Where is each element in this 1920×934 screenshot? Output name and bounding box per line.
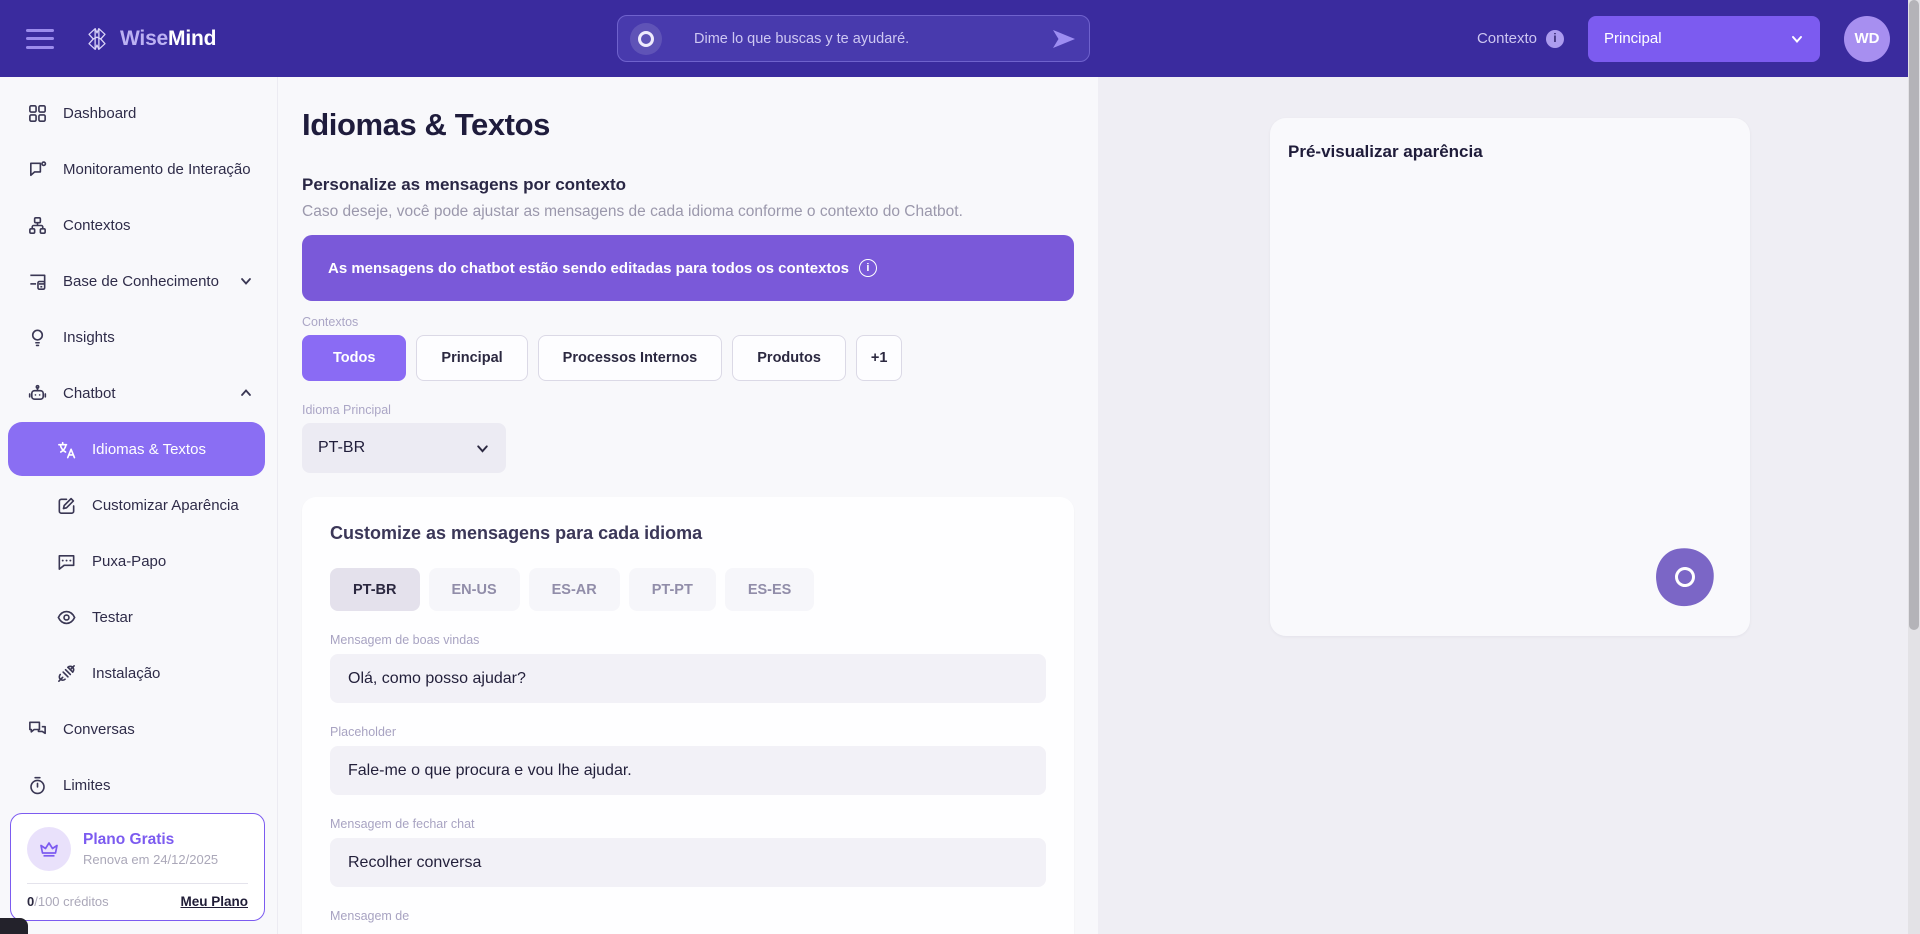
chevron-down-icon — [475, 441, 490, 456]
knowledge-base-icon — [27, 271, 48, 292]
messages-card-title: Customize as mensagens para cada idioma — [330, 523, 1046, 544]
plan-card: Plano Gratis Renova em 24/12/2025 0/100 … — [10, 813, 265, 921]
user-avatar[interactable]: WD — [1844, 16, 1890, 62]
chevron-down-icon — [239, 274, 253, 288]
section-description: Caso deseje, você pode ajustar as mensag… — [302, 203, 1074, 221]
tab-pt-pt[interactable]: PT-PT — [629, 568, 716, 611]
context-label: Contexto — [1477, 30, 1537, 47]
page-scrollbar[interactable] — [1908, 0, 1920, 934]
plan-name: Plano Gratis — [83, 831, 218, 849]
page-title: Idiomas & Textos — [302, 107, 1074, 143]
assistant-search-bar — [617, 15, 1090, 62]
contexts-filter-row: Todos Principal Processos Internos Produ… — [302, 335, 1074, 381]
divider — [27, 883, 248, 884]
preview-region: Pré-visualizar aparência — [1098, 77, 1920, 934]
scrollbar-thumb[interactable] — [1909, 0, 1919, 630]
edit-icon — [56, 495, 77, 516]
banner-info-icon[interactable]: i — [859, 259, 877, 277]
sidebar-item-testar[interactable]: Testar — [0, 589, 277, 645]
context-select[interactable]: Principal — [1588, 16, 1820, 62]
tab-pt-br[interactable]: PT-BR — [330, 568, 420, 611]
sidebar-item-puxa-papo[interactable]: Puxa-Papo — [0, 533, 277, 589]
launcher-blob — [1651, 543, 1718, 610]
insights-icon — [27, 327, 48, 348]
context-filter-principal[interactable]: Principal — [416, 335, 527, 381]
contexts-label: Contextos — [302, 315, 1074, 329]
main-content: Idiomas & Textos Personalize as mensagen… — [278, 77, 1098, 934]
ring-icon — [1673, 565, 1696, 588]
assistant-input[interactable] — [694, 31, 1051, 47]
tab-es-ar[interactable]: ES-AR — [529, 568, 620, 611]
context-filter-produtos[interactable]: Produtos — [732, 335, 846, 381]
context-cluster: Contexto i — [1477, 30, 1564, 48]
primary-language-select[interactable]: PT-BR — [302, 423, 506, 473]
timer-icon — [27, 775, 48, 796]
monitoring-icon — [27, 159, 48, 180]
tab-es-es[interactable]: ES-ES — [725, 568, 815, 611]
sidebar-item-conversas[interactable]: Conversas — [0, 701, 277, 757]
welcome-message-input[interactable] — [330, 654, 1046, 703]
my-plan-link[interactable]: Meu Plano — [180, 894, 248, 909]
install-plug-icon — [56, 663, 77, 684]
logo-text: WiseMind — [120, 27, 216, 51]
chevron-up-icon — [239, 386, 253, 400]
context-filter-processos-internos[interactable]: Processos Internos — [538, 335, 723, 381]
dashboard-icon — [27, 103, 48, 124]
topbar: WiseMind Contexto i Principal WD — [0, 0, 1920, 77]
app-logo: WiseMind — [82, 24, 216, 54]
close-chat-message-input[interactable] — [330, 838, 1046, 887]
tab-en-us[interactable]: EN-US — [429, 568, 520, 611]
conversations-icon — [27, 719, 48, 740]
messages-card: Customize as mensagens para cada idioma … — [302, 497, 1074, 934]
sidebar-item-instalacao[interactable]: Instalação — [0, 645, 277, 701]
context-filter-more[interactable]: +1 — [856, 335, 903, 381]
welcome-message-label: Mensagem de boas vindas — [330, 633, 1046, 647]
placeholder-input[interactable] — [330, 746, 1046, 795]
topbar-right: Contexto i Principal WD — [1477, 0, 1890, 77]
translate-icon — [56, 439, 77, 460]
contexts-banner: As mensagens do chatbot estão sendo edit… — [302, 235, 1074, 301]
preview-card: Pré-visualizar aparência — [1270, 118, 1750, 636]
primary-language-label: Idioma Principal — [302, 403, 1074, 417]
sidebar-item-monitoramento[interactable]: Monitoramento de Interação — [0, 141, 277, 197]
chat-bubble-icon — [56, 551, 77, 572]
banner-text: As mensagens do chatbot estão sendo edit… — [328, 260, 849, 277]
sidebar: Dashboard Monitoramento de Interação Con… — [0, 77, 278, 934]
placeholder-label: Placeholder — [330, 725, 1046, 739]
next-field-label-partial: Mensagem de — [330, 909, 1046, 923]
sidebar-item-dashboard[interactable]: Dashboard — [0, 85, 277, 141]
sidebar-item-base-conhecimento[interactable]: Base de Conhecimento — [0, 253, 277, 309]
crown-icon — [27, 827, 71, 871]
plan-credits: 0/100 créditos — [27, 894, 109, 909]
contexts-icon — [27, 215, 48, 236]
chatbot-icon — [27, 383, 48, 404]
sidebar-item-contextos[interactable]: Contextos — [0, 197, 277, 253]
close-chat-message-label: Mensagem de fechar chat — [330, 817, 1046, 831]
chat-launcher-button[interactable] — [1656, 548, 1714, 606]
menu-icon[interactable] — [26, 29, 54, 49]
sidebar-item-customizar-aparencia[interactable]: Customizar Aparência — [0, 477, 277, 533]
context-select-value: Principal — [1604, 30, 1662, 47]
section-heading: Personalize as mensagens por contexto — [302, 175, 1074, 195]
chevron-down-icon — [1790, 32, 1804, 46]
sidebar-item-idiomas-textos[interactable]: Idiomas & Textos — [8, 422, 265, 476]
context-filter-todos[interactable]: Todos — [302, 335, 406, 381]
preview-title: Pré-visualizar aparência — [1288, 142, 1483, 162]
sidebar-item-insights[interactable]: Insights — [0, 309, 277, 365]
send-icon[interactable] — [1051, 28, 1077, 50]
corner-widget[interactable] — [0, 918, 28, 934]
language-tabs: PT-BR EN-US ES-AR PT-PT ES-ES — [330, 568, 1046, 611]
plan-renewal: Renova em 24/12/2025 — [83, 852, 218, 867]
primary-language-value: PT-BR — [318, 439, 365, 457]
assistant-orb-icon — [630, 23, 662, 55]
sidebar-item-limites[interactable]: Limites — [0, 757, 277, 813]
logo-mark-icon — [82, 24, 112, 54]
eye-icon — [56, 607, 77, 628]
sidebar-item-chatbot[interactable]: Chatbot — [0, 365, 277, 421]
context-info-icon[interactable]: i — [1546, 30, 1564, 48]
